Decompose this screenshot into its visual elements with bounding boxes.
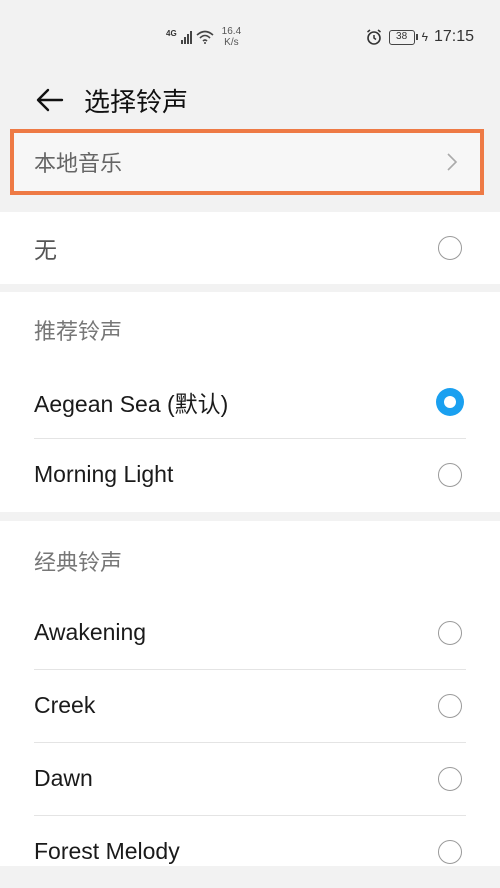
radio-button-selected[interactable] xyxy=(436,387,464,416)
section-title-recommended: 推荐铃声 xyxy=(34,319,123,344)
ringtone-label: Awakening xyxy=(34,619,147,645)
recommended-section: 推荐铃声 Aegean Sea (默认) Morning Light xyxy=(0,292,500,512)
ringtone-item[interactable]: Creek xyxy=(0,669,500,742)
status-right: 38 ϟ 17:15 xyxy=(365,26,474,48)
ringtone-label: Morning Light xyxy=(34,461,174,487)
radio-button[interactable] xyxy=(438,693,462,718)
ringtone-label: Dawn xyxy=(34,765,93,791)
network-indicators: 4G 16.4 K/s xyxy=(166,24,241,50)
classic-section: 经典铃声 Awakening Creek Dawn Forest Melody xyxy=(0,521,500,866)
network-speed: 16.4 K/s xyxy=(222,26,241,48)
ringtone-item[interactable]: Aegean Sea (默认) xyxy=(0,365,500,438)
chevron-right-icon xyxy=(446,152,458,172)
signal-icon xyxy=(180,30,192,44)
radio-button[interactable] xyxy=(438,620,462,645)
charging-icon: ϟ xyxy=(421,30,428,44)
back-button[interactable] xyxy=(30,80,70,120)
wifi-icon xyxy=(196,30,214,44)
battery-tip xyxy=(415,34,418,40)
radio-button[interactable] xyxy=(438,462,462,487)
status-bar: 4G 16.4 K/s 38 ϟ 17:15 xyxy=(0,0,500,72)
radio-button[interactable] xyxy=(438,839,462,864)
ringtone-item[interactable]: Forest Melody xyxy=(0,815,500,888)
ringtone-item[interactable]: Morning Light xyxy=(0,438,500,511)
ringtone-item[interactable]: Awakening xyxy=(0,596,500,669)
radio-button[interactable] xyxy=(438,236,462,260)
back-arrow-icon xyxy=(36,88,64,112)
battery-icon: 38 xyxy=(388,29,415,45)
alarm-icon xyxy=(366,29,381,45)
battery-level: 38 xyxy=(396,31,408,42)
clock: 17:15 xyxy=(433,28,474,45)
ringtone-label: 无 xyxy=(34,237,57,263)
section-title-classic: 经典铃声 xyxy=(34,550,123,575)
none-option-card: 无 xyxy=(0,212,500,284)
ringtone-label: Creek xyxy=(34,692,96,718)
local-music-item[interactable]: 本地音乐 xyxy=(10,129,484,195)
ringtone-label: Forest Melody xyxy=(34,838,180,864)
page-title: 选择铃声 xyxy=(84,86,189,117)
ringtone-label: Aegean Sea (默认) xyxy=(34,390,229,417)
network-type: 4G xyxy=(166,28,177,38)
speed-unit: K/s xyxy=(224,37,239,48)
ringtone-item[interactable]: Dawn xyxy=(0,742,500,815)
ringtone-none[interactable]: 无 xyxy=(0,212,500,284)
radio-button[interactable] xyxy=(438,766,462,791)
local-music-label: 本地音乐 xyxy=(34,151,123,176)
app-header: 选择铃声 xyxy=(0,72,500,128)
speed-value: 16.4 xyxy=(221,26,242,37)
